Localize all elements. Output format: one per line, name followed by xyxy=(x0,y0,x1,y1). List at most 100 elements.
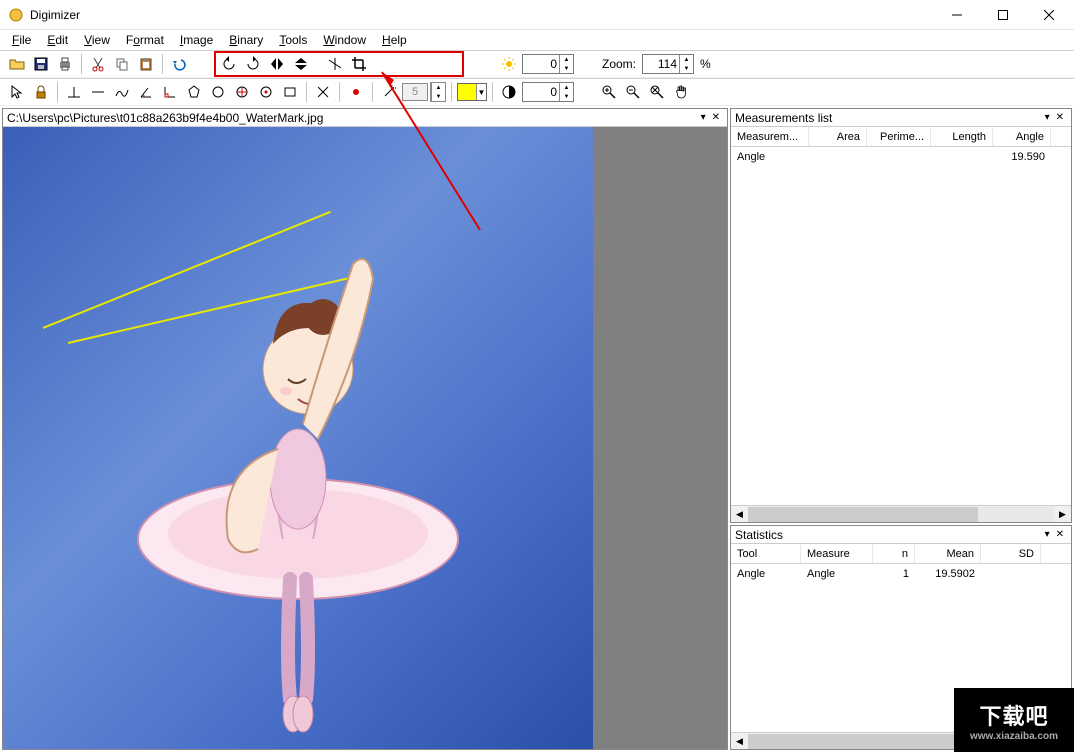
menu-tools[interactable]: Tools xyxy=(273,32,313,48)
statistics-title: Statistics xyxy=(735,528,783,542)
table-row[interactable]: Angle 19.590 xyxy=(731,147,1071,167)
save-button[interactable] xyxy=(30,53,52,75)
rotate-right-button[interactable] xyxy=(242,53,264,75)
menu-file[interactable]: File xyxy=(6,32,37,48)
pan-tool[interactable] xyxy=(670,81,692,103)
line-tool[interactable] xyxy=(87,81,109,103)
col-n[interactable]: n xyxy=(873,544,915,563)
zoom-field[interactable] xyxy=(643,57,679,71)
menu-window[interactable]: Window xyxy=(317,32,372,48)
toolbar-1: ▲▼ Zoom: ▲▼ % xyxy=(0,50,1074,78)
brightness-field[interactable] xyxy=(523,57,559,71)
col-sd[interactable]: SD xyxy=(981,544,1041,563)
col-angle[interactable]: Angle xyxy=(993,127,1051,146)
measurements-body[interactable]: Measurem... Area Perime... Length Angle … xyxy=(731,127,1071,505)
contrast-field[interactable] xyxy=(523,85,559,99)
panel-close-icon[interactable]: ✕ xyxy=(1053,529,1067,540)
panel-menu-icon[interactable]: ▾ xyxy=(1042,112,1053,123)
table-row[interactable]: Angle Angle 1 19.5902 xyxy=(731,564,1071,584)
col-mean[interactable]: Mean xyxy=(915,544,981,563)
lock-tool[interactable] xyxy=(30,81,52,103)
fill-color-well[interactable]: ▼ xyxy=(457,83,487,101)
right-angle-tool[interactable] xyxy=(159,81,181,103)
measurements-hscroll[interactable]: ◀▶ xyxy=(731,505,1071,522)
brightness-input[interactable]: ▲▼ xyxy=(522,54,574,74)
circle-fit-tool[interactable] xyxy=(255,81,277,103)
maximize-button[interactable] xyxy=(980,0,1026,30)
zoom-out-button[interactable] xyxy=(622,81,644,103)
cell-measure: Angle xyxy=(801,568,873,580)
zoom-label: Zoom: xyxy=(602,57,636,71)
color-dropdown-icon[interactable]: ▼ xyxy=(476,84,486,100)
minimize-button[interactable] xyxy=(934,0,980,30)
path-tool[interactable] xyxy=(111,81,133,103)
image-canvas[interactable] xyxy=(3,127,593,749)
image-panel: C:\Users\pc\Pictures\t01c88a263b9f4e4b00… xyxy=(2,108,728,750)
col-measurement[interactable]: Measurem... xyxy=(731,127,809,146)
angle-tool[interactable] xyxy=(135,81,157,103)
select-tool[interactable] xyxy=(6,81,28,103)
menu-help[interactable]: Help xyxy=(376,32,413,48)
straighten-button[interactable] xyxy=(324,53,346,75)
print-button[interactable] xyxy=(54,53,76,75)
spin-up[interactable]: ▲ xyxy=(679,55,693,64)
col-area[interactable]: Area xyxy=(809,127,867,146)
spin-down[interactable]: ▼ xyxy=(679,64,693,73)
contrast-input[interactable]: ▲▼ xyxy=(522,82,574,102)
copy-button[interactable] xyxy=(111,53,133,75)
cell-name: Angle xyxy=(731,151,809,163)
menu-image[interactable]: Image xyxy=(174,32,219,48)
zoom-in-button[interactable] xyxy=(598,81,620,103)
menu-view[interactable]: View xyxy=(78,32,116,48)
title-bar: Digimizer xyxy=(0,0,1074,30)
col-perimeter[interactable]: Perime... xyxy=(867,127,931,146)
cell-tool: Angle xyxy=(731,568,801,580)
undo-button[interactable] xyxy=(168,53,190,75)
flip-vertical-button[interactable] xyxy=(290,53,312,75)
panel-close-icon[interactable]: ✕ xyxy=(1053,112,1067,123)
menu-format[interactable]: Format xyxy=(120,32,170,48)
brightness-icon[interactable] xyxy=(498,53,520,75)
cut-button[interactable] xyxy=(87,53,109,75)
separator xyxy=(162,54,163,74)
point-tool[interactable] xyxy=(345,81,367,103)
separator xyxy=(451,82,452,102)
line-width-input[interactable] xyxy=(402,83,428,101)
contrast-icon[interactable] xyxy=(498,81,520,103)
image-path: C:\Users\pc\Pictures\t01c88a263b9f4e4b00… xyxy=(7,111,323,125)
zoom-input[interactable]: ▲▼ xyxy=(642,54,694,74)
rectangle-tool[interactable] xyxy=(279,81,301,103)
wand-tool[interactable] xyxy=(378,81,400,103)
spin-down[interactable]: ▼ xyxy=(559,92,573,101)
rotate-left-button[interactable] xyxy=(218,53,240,75)
separator xyxy=(81,54,82,74)
cell-angle: 19.590 xyxy=(993,151,1051,163)
center-circle-tool[interactable] xyxy=(231,81,253,103)
spin-down[interactable]: ▼ xyxy=(559,64,573,73)
open-button[interactable] xyxy=(6,53,28,75)
spin-down[interactable]: ▼ xyxy=(431,92,445,101)
paste-button[interactable] xyxy=(135,53,157,75)
col-length[interactable]: Length xyxy=(931,127,993,146)
close-button[interactable] xyxy=(1026,0,1072,30)
crop-button[interactable] xyxy=(348,53,370,75)
marker-tool[interactable] xyxy=(312,81,334,103)
spin-up[interactable]: ▲ xyxy=(431,83,445,92)
menu-bar: File Edit View Format Image Binary Tools… xyxy=(0,30,1074,50)
panel-menu-icon[interactable]: ▾ xyxy=(698,112,709,123)
col-measure[interactable]: Measure xyxy=(801,544,873,563)
spin-up[interactable]: ▲ xyxy=(559,55,573,64)
separator xyxy=(492,82,493,102)
perpendicular-tool[interactable] xyxy=(63,81,85,103)
polygon-tool[interactable] xyxy=(183,81,205,103)
panel-close-icon[interactable]: ✕ xyxy=(709,112,723,123)
menu-edit[interactable]: Edit xyxy=(41,32,74,48)
flip-horizontal-button[interactable] xyxy=(266,53,288,75)
spin-up[interactable]: ▲ xyxy=(559,83,573,92)
circle-tool[interactable] xyxy=(207,81,229,103)
menu-binary[interactable]: Binary xyxy=(223,32,269,48)
panel-menu-icon[interactable]: ▾ xyxy=(1042,529,1053,540)
zoom-fit-button[interactable] xyxy=(646,81,668,103)
col-tool[interactable]: Tool xyxy=(731,544,801,563)
separator xyxy=(372,82,373,102)
